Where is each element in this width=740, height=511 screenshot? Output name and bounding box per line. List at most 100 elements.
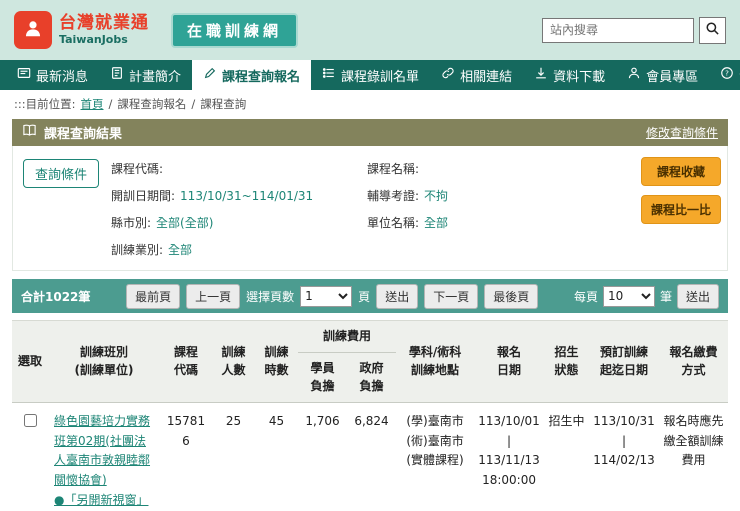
page-select[interactable]: 1 [300, 285, 353, 307]
nav-item-plan-intro[interactable]: 計畫簡介 [99, 60, 192, 90]
breadcrumb-separator: / [108, 97, 113, 111]
main-nav: 最新消息 計畫簡介 課程查詢報名 課程錄訓名單 相關連結 資料下載 會員專區 ?… [0, 60, 740, 90]
nav-item-related-links[interactable]: 相關連結 [430, 60, 523, 90]
results-table: 選取 訓練班別 (訓練單位) 課程 代碼 訓練 人數 訓練 時數 訓練費用 學科… [12, 320, 729, 511]
field-label: 單位名稱: [367, 216, 420, 230]
per-page-submit-button[interactable]: 送出 [676, 283, 719, 309]
per-page-select[interactable]: 10 [602, 285, 655, 307]
per-page-controls: 每頁 10 筆 送出 [573, 283, 719, 309]
document-icon [110, 66, 124, 84]
cell-hours: 45 [255, 402, 298, 511]
field-value: 全部 [424, 216, 449, 230]
field-unit-name: 單位名稱: 全部 [367, 214, 615, 231]
field-label: 課程名稱: [367, 162, 420, 176]
field-value: 不拘 [424, 189, 449, 203]
last-page-button[interactable]: 最後頁 [484, 283, 539, 309]
field-label: 輔導考證: [367, 189, 420, 203]
header-select: 選取 [12, 320, 48, 403]
header-hours: 訓練 時數 [255, 320, 298, 403]
book-icon [22, 123, 37, 142]
cell-people: 25 [212, 402, 255, 511]
nav-item-qa[interactable]: ? Q&A [709, 60, 740, 90]
cell-location: (學)臺南市 (術)臺南市 (實體課程) [396, 402, 475, 511]
logo-title: 台灣就業通 [59, 13, 149, 34]
course-favorite-button[interactable]: 課程收藏 [640, 157, 721, 186]
header-payment: 報名繳費 方式 [659, 320, 729, 403]
page-unit-label: 頁 [358, 289, 371, 304]
nav-item-label: 課程查詢報名 [222, 69, 301, 85]
conditions-grid: 課程代碼: 課程名稱: 開訓日期間: 113/10/31~114/01/31 輔… [111, 160, 615, 258]
breadcrumb-item-course-search: 課程查詢報名 [117, 97, 187, 111]
page-select-label: 選擇頁數 [246, 289, 295, 304]
breadcrumb-item-current: 課程查詢 [200, 97, 247, 111]
nav-item-label: 課程錄訓名單 [341, 69, 420, 85]
header-signup-date: 報名 日期 [474, 320, 545, 403]
course-link[interactable]: 綠色園藝培力實務班第02期(社團法人臺南市敦親睦鄰關懷協會) ●「另開新視窗」 [54, 414, 150, 507]
nav-item-downloads[interactable]: 資料下載 [523, 60, 616, 90]
field-value: 全部 [168, 243, 193, 257]
field-label: 縣市別: [111, 216, 152, 230]
header-status: 招生 狀態 [544, 320, 590, 403]
cell-signup-date: 113/10/01 | 113/11/13 18:00:00 [474, 402, 545, 511]
nav-item-label: 會員專區 [646, 69, 699, 85]
field-county: 縣市別: 全部(全部) [111, 214, 359, 231]
cell-student-fee: 1,706 [298, 402, 347, 511]
field-value: 113/10/31~114/01/31 [180, 189, 314, 203]
course-compare-button[interactable]: 課程比一比 [640, 195, 721, 224]
cell-status: 招生中 [544, 402, 590, 511]
cell-gov-fee: 6,824 [347, 402, 397, 511]
nav-item-label: 相關連結 [460, 69, 513, 85]
query-conditions-panel: 查詢條件 課程代碼: 課程名稱: 開訓日期間: 113/10/31~114/01… [12, 146, 728, 271]
header-period: 預訂訓練 起迄日期 [589, 320, 660, 403]
next-page-button[interactable]: 下一頁 [424, 283, 479, 309]
query-conditions-button[interactable]: 查詢條件 [23, 159, 100, 188]
breadcrumb-home-link[interactable]: 首頁 [81, 96, 104, 112]
page-controls: 最前頁 上一頁 選擇頁數 1 頁 送出 下一頁 最後頁 [126, 283, 539, 309]
edit-query-link[interactable]: 修改查詢條件 [646, 124, 718, 141]
svg-text:?: ? [725, 69, 729, 78]
field-label: 課程代碼: [111, 162, 164, 176]
list-icon [322, 66, 336, 84]
link-icon [441, 66, 455, 84]
cell-payment: 報名時應先繳全額訓練費用 [659, 402, 729, 511]
search-button[interactable] [699, 16, 726, 44]
magnifier-icon [705, 21, 720, 39]
prev-page-button[interactable]: 上一頁 [186, 283, 241, 309]
nav-item-member-area[interactable]: 會員專區 [616, 60, 709, 90]
field-training-industry: 訓練業別: 全部 [111, 241, 359, 258]
header-student-fee: 學員 負擔 [298, 351, 347, 403]
nav-item-course-search[interactable]: 課程查詢報名 [192, 60, 312, 90]
question-icon: ? [720, 66, 734, 84]
nav-item-label: 計畫簡介 [129, 69, 182, 85]
header-people: 訓練 人數 [212, 320, 255, 403]
row-select-checkbox[interactable] [23, 413, 37, 427]
nav-item-admission-list[interactable]: 課程錄訓名單 [311, 60, 430, 90]
header-gov-fee: 政府 負擔 [347, 351, 397, 403]
per-page-label: 每頁 [573, 289, 598, 304]
pencil-icon [203, 66, 217, 84]
header-class-name: 訓練班別 (訓練單位) [48, 320, 160, 403]
person-logo-icon [14, 11, 52, 49]
field-value: 全部(全部) [156, 216, 214, 230]
cell-period: 113/10/31 | 114/02/13 [589, 402, 660, 511]
field-course-name: 課程名稱: [367, 160, 615, 177]
nav-item-label: 最新消息 [36, 69, 89, 85]
site-logo[interactable]: 台灣就業通 TaiwanJobs [14, 11, 149, 49]
download-icon [534, 66, 548, 84]
site-search [542, 16, 726, 44]
header-location: 學科/術科 訓練地點 [396, 320, 475, 403]
field-start-date-range: 開訓日期間: 113/10/31~114/01/31 [111, 187, 359, 204]
field-label: 訓練業別: [111, 243, 164, 257]
first-page-button[interactable]: 最前頁 [126, 283, 181, 309]
field-course-code: 課程代碼: [111, 160, 359, 177]
breadcrumb: :::目前位置: 首頁 / 課程查詢報名 / 課程查詢 [0, 90, 740, 119]
page-submit-button[interactable]: 送出 [376, 283, 419, 309]
site-header: 台灣就業通 TaiwanJobs 在職訓練網 [0, 0, 740, 60]
nav-item-news[interactable]: 最新消息 [6, 60, 99, 90]
table-row: 綠色園藝培力實務班第02期(社團法人臺南市敦親睦鄰關懷協會) ●「另開新視窗」 … [12, 402, 729, 511]
total-count: 合計1022筆 [21, 289, 91, 304]
header-fee-group: 訓練費用 [298, 320, 397, 353]
results-section-bar: 課程查詢結果 修改查詢條件 [12, 119, 728, 146]
section-title: 課程查詢結果 [44, 127, 123, 142]
search-input[interactable] [542, 17, 694, 43]
